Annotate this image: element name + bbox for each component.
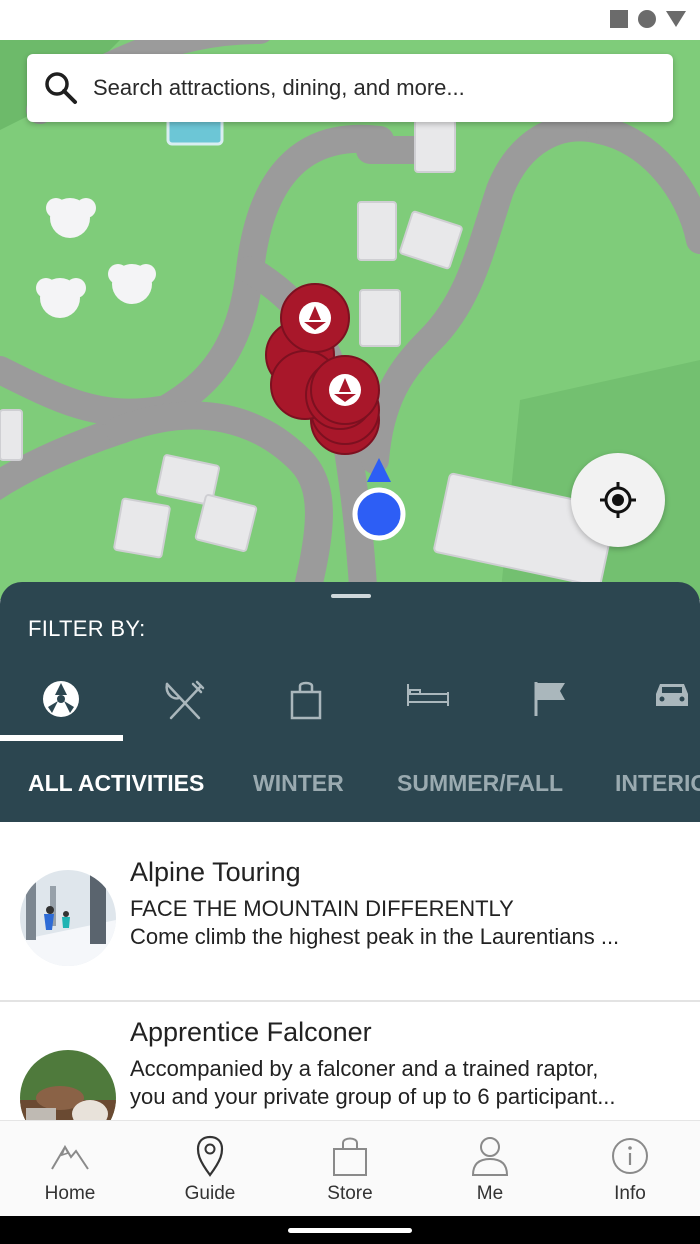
gesture-handle[interactable]	[288, 1228, 412, 1233]
activities-icon	[43, 681, 79, 717]
recents-indicator-icon	[610, 10, 628, 28]
activity-description: you and your private group of up to 6 pa…	[130, 1084, 616, 1109]
nav-me[interactable]: Me	[420, 1121, 560, 1217]
system-gesture-bar	[0, 1216, 700, 1244]
nav-info[interactable]: Info	[560, 1121, 700, 1217]
activity-thumbnail	[20, 870, 116, 966]
nav-label: Home	[44, 1183, 96, 1204]
subtab-interior[interactable]: INTERIO	[615, 770, 700, 797]
user-icon	[471, 1137, 509, 1176]
status-bar	[0, 0, 700, 40]
activity-thumbnail	[20, 1050, 116, 1120]
activity-subtitle: Accompanied by a falconer and a trained …	[130, 1056, 599, 1081]
nav-label: Store	[327, 1183, 373, 1204]
flag-icon	[534, 682, 565, 716]
subtab-winter[interactable]: WINTER	[253, 770, 344, 797]
nav-guide[interactable]: Guide	[140, 1121, 280, 1217]
filter-title: FILTER BY:	[28, 616, 146, 641]
nav-home[interactable]: Home	[0, 1121, 140, 1217]
activity-title: Apprentice Falconer	[130, 1017, 372, 1047]
subtab-all-activities[interactable]: ALL ACTIVITIES	[28, 770, 204, 797]
tab-lodging[interactable]	[367, 672, 489, 742]
nav-label: Me	[476, 1183, 504, 1204]
my-location-button[interactable]	[571, 453, 665, 547]
dining-icon	[165, 680, 205, 720]
back-indicator-icon	[666, 11, 686, 27]
search-icon	[45, 72, 77, 104]
bottom-navigation: Home Guide Store Me Info	[0, 1120, 700, 1216]
tab-activities[interactable]	[0, 672, 122, 742]
nav-label: Info	[614, 1183, 646, 1204]
shopping-bag-icon	[333, 1137, 367, 1176]
activity-title: Alpine Touring	[130, 857, 301, 887]
filter-panel: FILTER BY: ALL ACTIVITIES WINTER SUMMER/…	[0, 582, 700, 822]
tab-golf[interactable]	[489, 672, 611, 742]
nav-store[interactable]: Store	[280, 1121, 420, 1217]
subtab-summer-fall[interactable]: SUMMER/FALL	[397, 770, 563, 797]
activity-subtitle: FACE THE MOUNTAIN DIFFERENTLY	[130, 896, 514, 921]
search-placeholder: Search attractions, dining, and more...	[93, 75, 465, 100]
crosshair-icon	[600, 482, 636, 518]
selected-tab-indicator	[0, 735, 123, 741]
list-item[interactable]: Alpine Touring FACE THE MOUNTAIN DIFFERE…	[0, 822, 700, 1002]
nav-label: Guide	[184, 1183, 236, 1204]
shopping-bag-icon	[290, 681, 322, 720]
list-item[interactable]: Apprentice Falconer Accompanied by a fal…	[0, 1002, 700, 1120]
bed-icon	[407, 684, 449, 706]
search-bar[interactable]: Search attractions, dining, and more...	[27, 54, 673, 122]
tab-shopping[interactable]	[245, 672, 367, 742]
tab-dining[interactable]	[123, 672, 245, 742]
car-icon	[656, 684, 688, 706]
tab-transport[interactable]	[611, 672, 700, 742]
info-icon	[612, 1138, 648, 1174]
status-icons	[610, 10, 686, 28]
mountain-icon	[51, 1145, 89, 1170]
activity-list[interactable]: Alpine Touring FACE THE MOUNTAIN DIFFERE…	[0, 822, 700, 1120]
map-pin-icon	[196, 1135, 224, 1177]
drag-handle[interactable]	[331, 594, 371, 598]
home-indicator-icon	[638, 10, 656, 28]
activity-description: Come climb the highest peak in the Laure…	[130, 924, 620, 949]
